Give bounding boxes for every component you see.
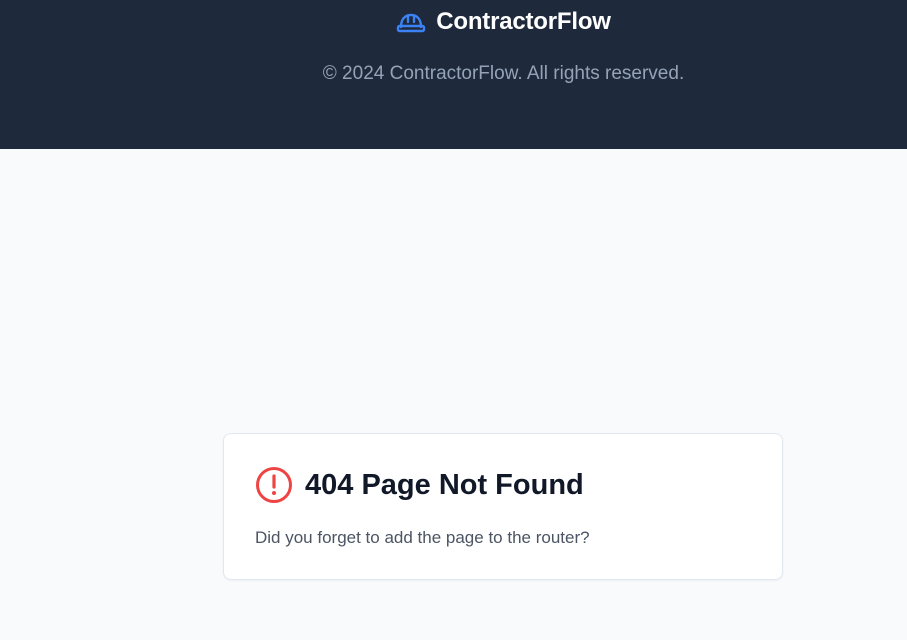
card-title-row: 404 Page Not Found	[255, 466, 584, 504]
page-title: 404 Page Not Found	[305, 468, 584, 501]
brand-name: ContractorFlow	[436, 8, 611, 35]
brand: ContractorFlow	[0, 8, 907, 36]
copyright-text: © 2024 ContractorFlow. All rights reserv…	[322, 63, 685, 84]
not-found-card: 404 Page Not Found Did you forget to add…	[223, 433, 783, 580]
site-footer-band: ContractorFlow © 2024 ContractorFlow. Al…	[0, 0, 907, 149]
error-message: Did you forget to add the page to the ro…	[255, 528, 590, 547]
alert-circle-icon	[255, 466, 293, 504]
hard-hat-icon	[396, 10, 426, 34]
